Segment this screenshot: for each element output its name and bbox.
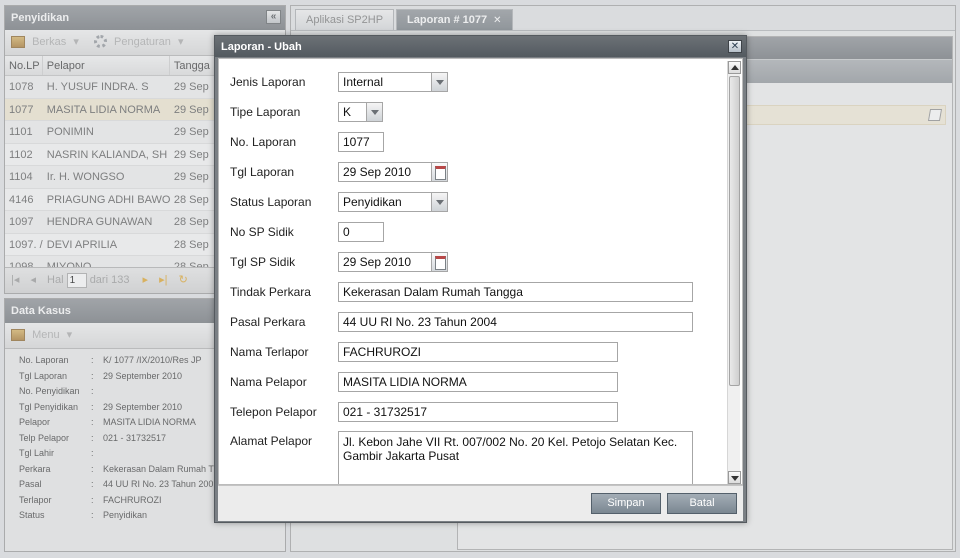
row-tipe-laporan: Tipe Laporan K xyxy=(230,101,383,123)
row-nama-terlapor: Nama Terlapor FACHRUROZI xyxy=(230,341,618,363)
label-nama-pelapor: Nama Pelapor xyxy=(230,375,307,389)
nama-pelapor-input[interactable]: MASITA LIDIA NORMA xyxy=(338,372,618,392)
label-tipe-laporan: Tipe Laporan xyxy=(230,105,301,119)
no-sp-sidik-value: 0 xyxy=(343,225,350,239)
label-pasal-perkara: Pasal Perkara xyxy=(230,315,306,329)
no-laporan-input[interactable]: 1077 xyxy=(338,132,384,152)
chevron-down-icon[interactable] xyxy=(366,102,383,122)
dialog-title-bar[interactable]: Laporan - Ubah ✕ xyxy=(215,36,746,57)
pasal-perkara-value: 44 UU RI No. 23 Tahun 2004 xyxy=(343,315,497,329)
row-nama-pelapor: Nama Pelapor MASITA LIDIA NORMA xyxy=(230,371,618,393)
jenis-laporan-value: Internal xyxy=(343,75,384,89)
row-pasal-perkara: Pasal Perkara 44 UU RI No. 23 Tahun 2004 xyxy=(230,311,693,333)
dialog-form: Jenis Laporan Internal Tipe Laporan K No… xyxy=(218,58,743,485)
laporan-ubah-dialog: Laporan - Ubah ✕ Jenis Laporan Internal … xyxy=(214,35,747,523)
status-laporan-value: Penyidikan xyxy=(343,195,402,209)
nama-terlapor-input[interactable]: FACHRUROZI xyxy=(338,342,618,362)
row-status-laporan: Status Laporan Penyidikan xyxy=(230,191,448,213)
row-tgl-sp-sidik: Tgl SP Sidik 29 Sep 2010 xyxy=(230,251,448,273)
label-tgl-sp-sidik: Tgl SP Sidik xyxy=(230,255,296,269)
jenis-laporan-select[interactable]: Internal xyxy=(338,72,448,92)
close-icon[interactable]: ✕ xyxy=(728,40,742,53)
telepon-pelapor-input[interactable]: 021 - 31732517 xyxy=(338,402,618,422)
tipe-laporan-select[interactable]: K xyxy=(338,102,383,122)
tindak-perkara-value: Kekerasan Dalam Rumah Tangga xyxy=(343,285,523,299)
label-jenis-laporan: Jenis Laporan xyxy=(230,75,306,89)
calendar-icon[interactable] xyxy=(431,162,448,182)
row-tindak-perkara: Tindak Perkara Kekerasan Dalam Rumah Tan… xyxy=(230,281,693,303)
calendar-icon[interactable] xyxy=(431,252,448,272)
label-tgl-laporan: Tgl Laporan xyxy=(230,165,295,179)
tindak-perkara-input[interactable]: Kekerasan Dalam Rumah Tangga xyxy=(338,282,693,302)
label-telepon-pelapor: Telepon Pelapor xyxy=(230,405,317,419)
row-no-sp-sidik: No SP Sidik 0 xyxy=(230,221,384,243)
label-tindak-perkara: Tindak Perkara xyxy=(230,285,311,299)
label-nama-terlapor: Nama Terlapor xyxy=(230,345,309,359)
alamat-pelapor-textarea[interactable]: Jl. Kebon Jahe VII Rt. 007/002 No. 20 Ke… xyxy=(338,431,693,484)
scroll-down-icon[interactable] xyxy=(728,471,741,484)
tgl-laporan-value: 29 Sep 2010 xyxy=(343,165,412,179)
label-no-sp-sidik: No SP Sidik xyxy=(230,225,294,239)
tgl-sp-sidik-date[interactable]: 29 Sep 2010 xyxy=(338,252,448,272)
scroll-up-icon[interactable] xyxy=(728,61,741,74)
pasal-perkara-input[interactable]: 44 UU RI No. 23 Tahun 2004 xyxy=(338,312,693,332)
label-no-laporan: No. Laporan xyxy=(230,135,297,149)
no-sp-sidik-input[interactable]: 0 xyxy=(338,222,384,242)
tgl-sp-sidik-value: 29 Sep 2010 xyxy=(343,255,412,269)
status-laporan-select[interactable]: Penyidikan xyxy=(338,192,448,212)
simpan-button[interactable]: Simpan xyxy=(591,493,661,514)
nama-pelapor-value: MASITA LIDIA NORMA xyxy=(343,375,467,389)
chevron-down-icon[interactable] xyxy=(431,72,448,92)
batal-button[interactable]: Batal xyxy=(667,493,737,514)
alamat-pelapor-value: Jl. Kebon Jahe VII Rt. 007/002 No. 20 Ke… xyxy=(343,435,678,463)
label-alamat-pelapor: Alamat Pelapor xyxy=(230,434,313,448)
scroll-thumb[interactable] xyxy=(729,76,740,386)
tipe-laporan-value: K xyxy=(343,105,352,119)
form-scrollbar[interactable] xyxy=(727,61,741,484)
dialog-title: Laporan - Ubah xyxy=(221,41,302,53)
chevron-down-icon[interactable] xyxy=(431,192,448,212)
row-alamat-pelapor: Alamat Pelapor Jl. Kebon Jahe VII Rt. 00… xyxy=(230,431,693,484)
row-tgl-laporan: Tgl Laporan 29 Sep 2010 xyxy=(230,161,448,183)
label-status-laporan: Status Laporan xyxy=(230,195,312,209)
dialog-footer: Simpan Batal xyxy=(218,485,743,521)
row-telepon-pelapor: Telepon Pelapor 021 - 31732517 xyxy=(230,401,618,423)
row-jenis-laporan: Jenis Laporan Internal xyxy=(230,71,448,93)
nama-terlapor-value: FACHRUROZI xyxy=(343,345,421,359)
tgl-laporan-date[interactable]: 29 Sep 2010 xyxy=(338,162,448,182)
no-laporan-value: 1077 xyxy=(343,135,370,149)
row-no-laporan: No. Laporan 1077 xyxy=(230,131,384,153)
telepon-pelapor-value: 021 - 31732517 xyxy=(343,405,428,419)
